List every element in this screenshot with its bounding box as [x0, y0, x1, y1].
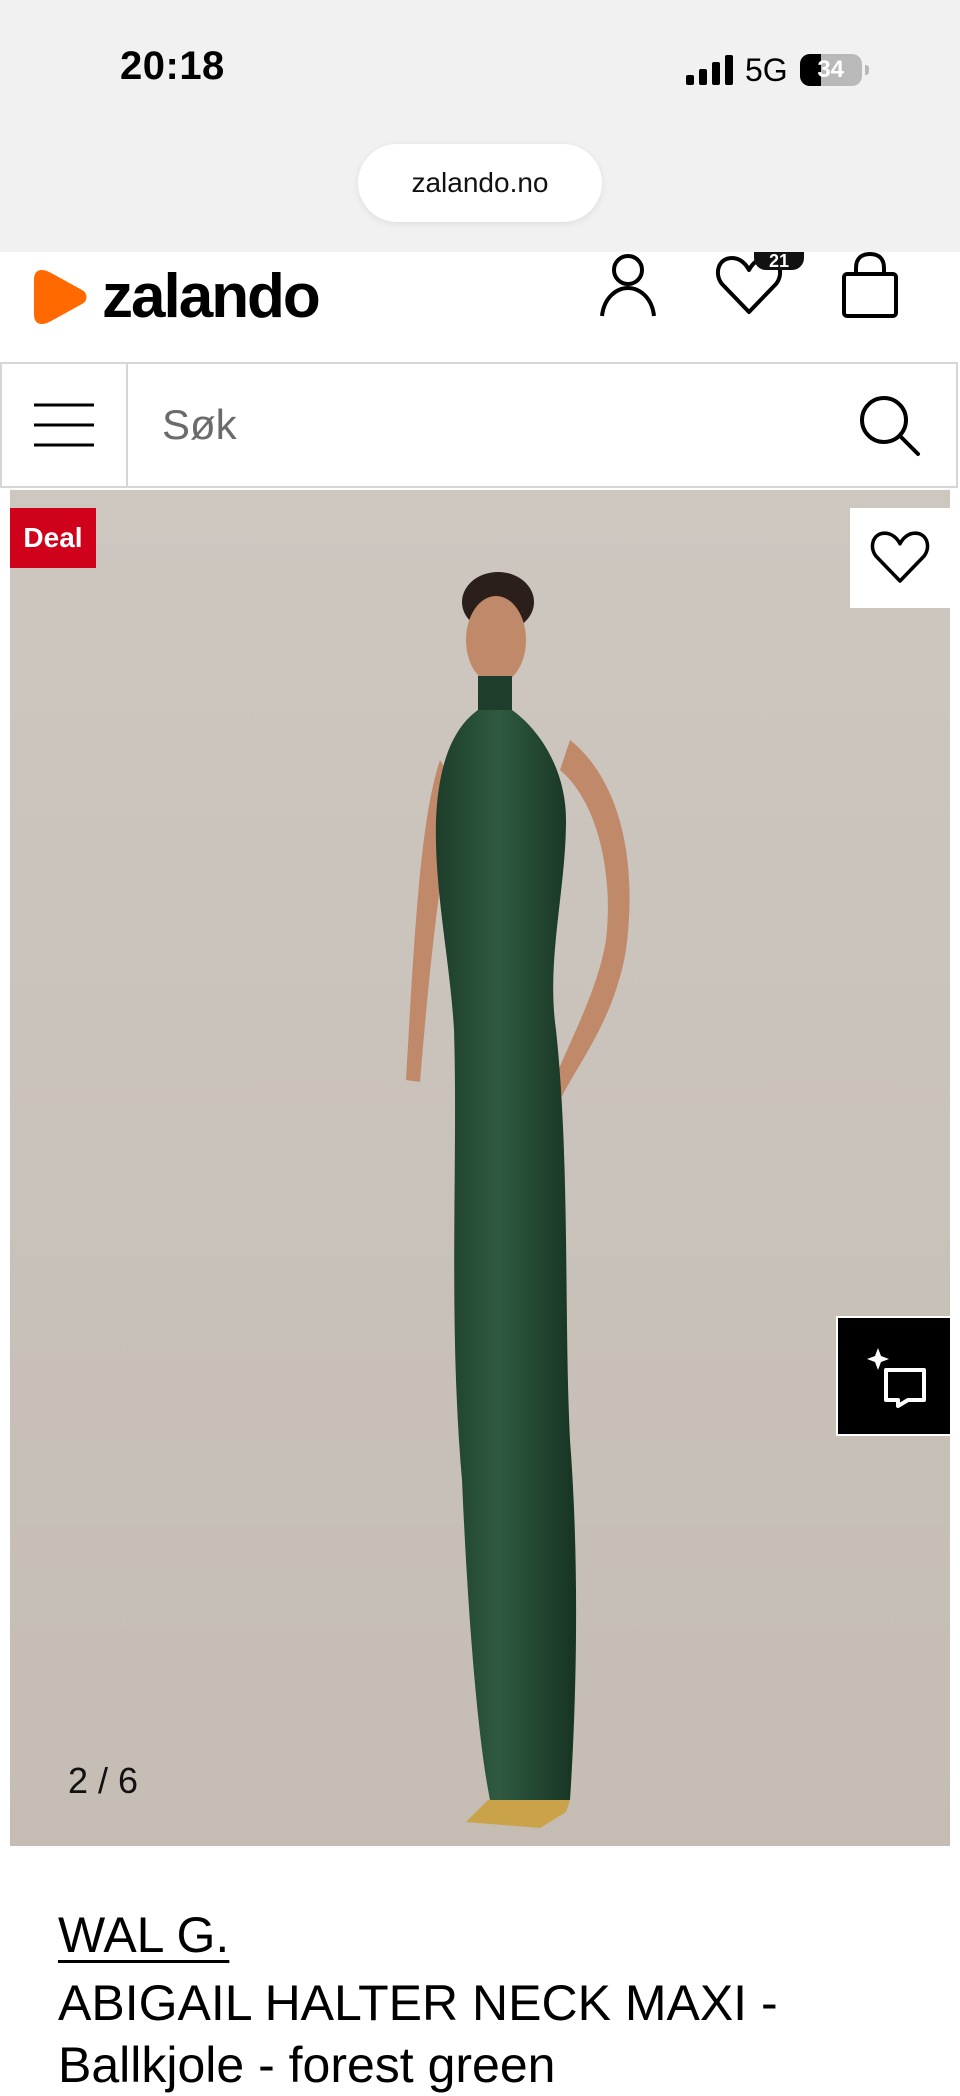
search-input[interactable] — [128, 364, 828, 486]
menu-button[interactable] — [2, 364, 128, 486]
status-indicators: 5G 34 — [686, 48, 869, 92]
image-counter: 2 / 6 — [68, 1760, 139, 1801]
heart-icon — [870, 531, 930, 583]
signal-icon — [686, 55, 733, 85]
search-icon[interactable] — [858, 394, 922, 458]
battery-level: 34 — [817, 56, 845, 83]
deal-badge: Deal — [10, 508, 96, 568]
status-time: 20:18 — [120, 44, 225, 88]
network-type: 5G — [745, 51, 788, 88]
brand-link[interactable]: WAL G. — [58, 1906, 229, 1964]
account-icon[interactable] — [596, 252, 660, 322]
hamburger-icon — [34, 403, 94, 447]
cart-icon[interactable] — [838, 252, 902, 322]
browser-chrome: 20:18 5G 34 zalando.no — [0, 0, 960, 252]
battery-icon: 34 — [799, 54, 862, 86]
logo-mark-icon — [34, 270, 87, 324]
site-header: zalando — [0, 252, 960, 362]
search-bar — [0, 362, 958, 488]
logo-text: zalando — [102, 262, 321, 331]
zalando-logo[interactable]: zalando — [32, 262, 321, 331]
url-bar[interactable]: zalando.no — [358, 144, 602, 222]
ai-assistant-button[interactable] — [836, 1316, 950, 1436]
sparkle-chat-icon — [867, 1348, 926, 1408]
product-image-carousel[interactable]: Deal 2 / 6 — [10, 490, 950, 1846]
product-title: ABIGAIL HALTER NECK MAXI - Ballkjole - f… — [58, 1975, 778, 2093]
add-to-wishlist-button[interactable] — [850, 508, 950, 608]
product-photo — [406, 572, 630, 1828]
wishlist-count-badge: 21 — [754, 252, 804, 270]
